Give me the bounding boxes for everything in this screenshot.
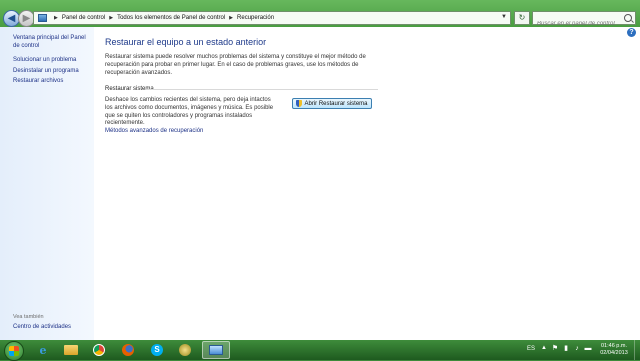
clock[interactable]: 01:46 p.m. 02/04/2013	[598, 343, 630, 357]
breadcrumb-control-panel[interactable]: Panel de control	[62, 15, 105, 21]
chevron-down-icon[interactable]: ▼	[501, 14, 507, 20]
flag-icon[interactable]: ⚑	[551, 345, 559, 353]
network-icon[interactable]: ▮	[562, 345, 570, 353]
file-explorer-icon[interactable]	[60, 341, 82, 359]
address-bar[interactable]: ▶ Panel de control ▶ Todos los elementos…	[33, 11, 511, 25]
search-box[interactable]	[532, 11, 636, 30]
skype-icon[interactable]: S	[146, 341, 168, 359]
chevron-right-icon: ▶	[229, 15, 234, 21]
open-system-restore-button[interactable]: Abrir Restaurar sistema	[292, 98, 372, 109]
start-button[interactable]	[4, 341, 24, 361]
volume-icon[interactable]: ♪	[573, 345, 581, 353]
search-icon[interactable]	[624, 14, 632, 22]
control-panel-icon[interactable]	[202, 341, 230, 359]
section-divider	[146, 89, 378, 90]
left-pane: Ventana principal del Panel de control S…	[0, 27, 94, 340]
windows-logo-icon	[9, 346, 19, 356]
page-title: Restaurar el equipo a un estado anterior	[105, 37, 267, 47]
left-link-troubleshoot[interactable]: Solucionar un problema	[13, 56, 91, 64]
clock-date: 02/04/2013	[600, 350, 628, 356]
control-panel-icon	[38, 14, 47, 22]
control-panel-window: ◀ ▶ ▶ Panel de control ▶ Todos los eleme…	[0, 0, 640, 340]
see-also-label: Vea también	[13, 314, 44, 320]
shield-icon	[296, 100, 303, 107]
open-system-restore-label: Abrir Restaurar sistema	[304, 100, 368, 107]
battery-icon[interactable]: ▬	[584, 345, 592, 353]
refresh-button[interactable]: ↻	[514, 11, 530, 25]
left-link-restore-files[interactable]: Restaurar archivos	[13, 77, 91, 85]
left-link-uninstall-program[interactable]: Desinstalar un programa	[13, 67, 91, 75]
app-icon[interactable]	[174, 341, 196, 359]
firefox-icon[interactable]	[117, 341, 139, 359]
breadcrumb-all-items[interactable]: Todos los elementos de Panel de control	[117, 15, 225, 21]
left-link-control-panel-home[interactable]: Ventana principal del Panel de control	[13, 34, 91, 50]
page-description: Restaurar sistema puede resolver muchos …	[105, 54, 366, 76]
advanced-recovery-link[interactable]: Métodos avanzados de recuperación	[105, 128, 203, 134]
chevron-right-icon: ▶	[109, 15, 114, 21]
main-content: Restaurar el equipo a un estado anterior…	[94, 27, 640, 340]
chevron-right-icon: ▶	[54, 15, 58, 21]
section-description: Deshace los cambios recientes del sistem…	[105, 97, 274, 127]
taskbar: e S ES ▲ ⚑ ▮ ♪ ▬ 01:46 p.m. 02/04/2013	[0, 340, 640, 361]
left-link-action-center[interactable]: Centro de actividades	[13, 324, 71, 330]
chevron-up-icon[interactable]: ▲	[541, 345, 547, 351]
chrome-icon[interactable]	[88, 341, 110, 359]
internet-explorer-icon[interactable]: e	[32, 341, 54, 359]
help-icon[interactable]: ?	[627, 28, 636, 37]
language-indicator[interactable]: ES	[527, 346, 535, 352]
show-desktop-button[interactable]	[634, 340, 640, 360]
clock-time: 01:46 p.m.	[601, 343, 627, 349]
breadcrumb-recovery[interactable]: Recuperación	[237, 15, 274, 21]
